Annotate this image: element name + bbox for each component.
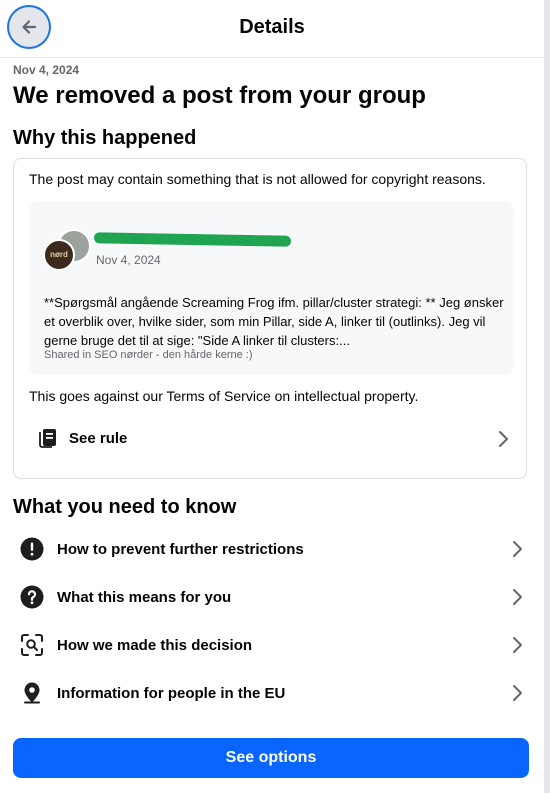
post-shared-in: Shared in SEO nørder - den hårde kerne :…	[44, 349, 253, 361]
chevron-right-icon	[513, 541, 522, 557]
exclamation-circle-icon	[20, 537, 44, 561]
what-this-means-item[interactable]: What this means for you	[13, 575, 527, 619]
notice-headline: We removed a post from your group	[13, 82, 426, 109]
see-rule-label: See rule	[69, 430, 128, 447]
post-preview: nørd Nov 4, 2024 **Spørgsmål angående Sc…	[29, 201, 514, 375]
how-we-decided-item[interactable]: How we made this decision	[13, 623, 527, 667]
know-item-label: Information for people in the EU	[57, 685, 286, 702]
header: Details	[0, 0, 544, 58]
chevron-right-icon	[499, 431, 508, 447]
why-section-title: Why this happened	[13, 127, 197, 149]
book-icon	[39, 429, 56, 448]
why-card: The post may contain something that is n…	[13, 158, 527, 479]
avatar: nørd	[43, 239, 75, 271]
prevent-restrictions-item[interactable]: How to prevent further restrictions	[13, 527, 527, 571]
location-pin-icon	[24, 682, 40, 704]
post-date: Nov 4, 2024	[96, 253, 161, 267]
eu-information-item[interactable]: Information for people in the EU	[13, 671, 527, 715]
know-item-label: How to prevent further restrictions	[57, 541, 304, 558]
redacted-author-name	[93, 232, 292, 247]
terms-text: This goes against our Terms of Service o…	[29, 388, 419, 404]
know-section-title: What you need to know	[13, 496, 237, 518]
see-rule-button[interactable]: See rule	[29, 421, 513, 457]
chevron-right-icon	[513, 637, 522, 653]
window-edge	[544, 0, 550, 793]
page-title: Details	[239, 16, 305, 38]
see-options-button[interactable]: See options	[13, 738, 529, 778]
magnify-scan-icon	[21, 634, 43, 656]
why-text: The post may contain something that is n…	[29, 171, 486, 187]
chevron-right-icon	[513, 589, 522, 605]
know-item-label: How we made this decision	[57, 637, 253, 654]
know-item-label: What this means for you	[57, 589, 232, 606]
notice-date: Nov 4, 2024	[13, 63, 80, 77]
post-body: **Spørgsmål angående Screaming Frog ifm.…	[44, 295, 504, 348]
question-circle-icon	[20, 585, 44, 609]
chevron-right-icon	[513, 685, 522, 701]
